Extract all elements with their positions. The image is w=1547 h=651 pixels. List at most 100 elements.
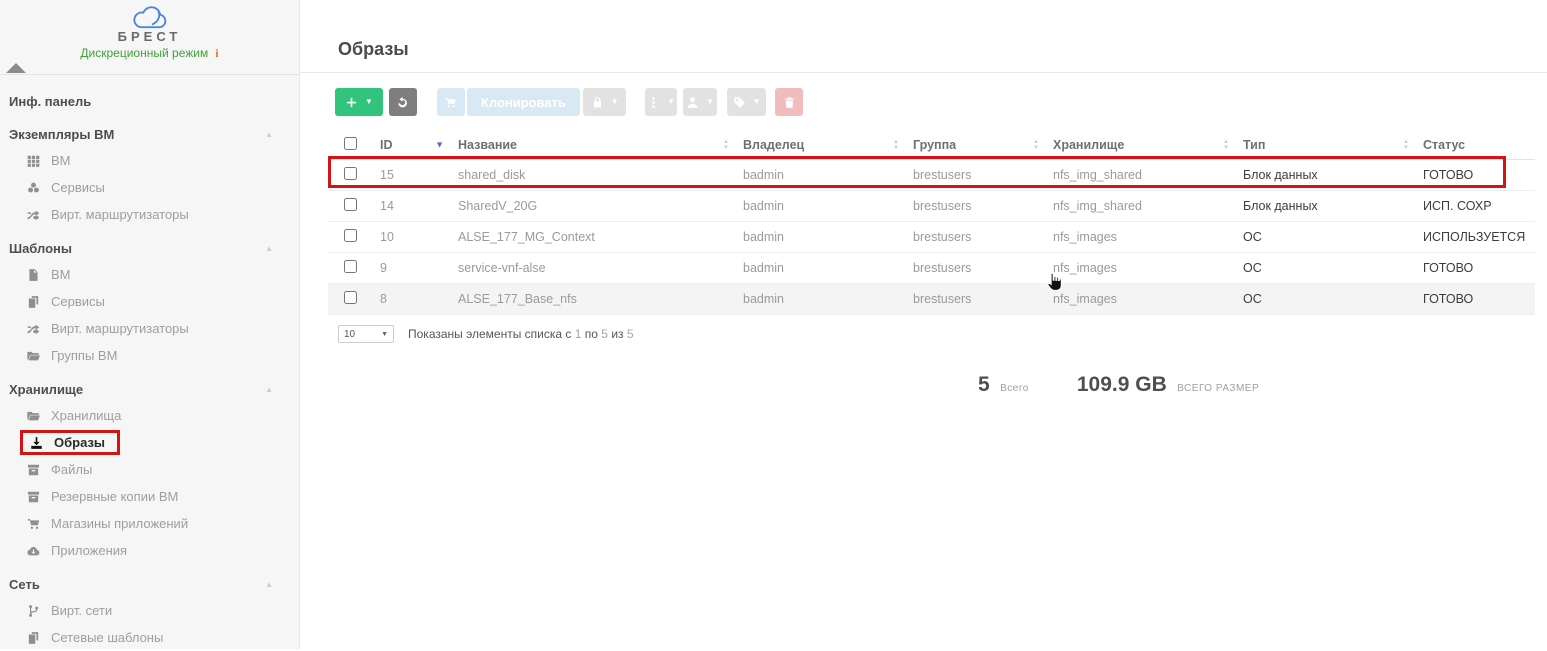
marketplace-button[interactable]: [437, 88, 465, 116]
sidebar-section-header-storage[interactable]: Хранилище ▲: [0, 377, 299, 402]
column-label: ID: [380, 138, 393, 152]
cell-datastore: nfs_images: [1045, 222, 1235, 253]
cell-name[interactable]: service-vnf-alse: [450, 253, 735, 284]
sidebar-item-vm-groups[interactable]: Группы ВМ: [0, 342, 299, 369]
sidebar-section-header-dashboard[interactable]: Инф. панель: [0, 89, 299, 114]
section-label: Хранилище: [9, 383, 83, 396]
sidebar-section-header-templates[interactable]: Шаблоны ▲: [0, 236, 299, 261]
sidebar-item-box: Сетевые шаблоны: [26, 630, 163, 645]
sidebar-item-label: Образы: [54, 435, 105, 450]
images-table-wrap: ID ▼ Название ▲▼ Владелец ▲▼ Группа ▲▼ Х…: [328, 131, 1547, 315]
sidebar-item-service-templates[interactable]: Сервисы: [0, 288, 299, 315]
sidebar-item-vm-templates[interactable]: ВМ: [0, 261, 299, 288]
sidebar-item-label: Файлы: [51, 462, 92, 477]
cell-owner: badmin: [735, 160, 905, 191]
sidebar-item-marketplaces[interactable]: Магазины приложений: [0, 510, 299, 537]
page-size-select[interactable]: 10 ▼: [338, 325, 394, 343]
user-icon: [686, 96, 699, 109]
cell-name[interactable]: SharedV_20G: [450, 191, 735, 222]
cell-id: 9: [372, 253, 450, 284]
sidebar-item-files[interactable]: Файлы: [0, 456, 299, 483]
row-checkbox[interactable]: [344, 198, 357, 211]
collapse-caret-icon[interactable]: ▲: [265, 242, 273, 255]
sort-icon[interactable]: ▲▼: [1403, 139, 1409, 151]
sidebar-item-network-templates[interactable]: Сетевые шаблоны: [0, 624, 299, 651]
table-row-image-9[interactable]: 9 service-vnf-alse badmin brestusers nfs…: [328, 253, 1535, 284]
total-size: 109.9 GB: [1077, 373, 1167, 396]
table-row-image-15[interactable]: 15 shared_disk badmin brestusers nfs_img…: [328, 160, 1535, 191]
sort-icon[interactable]: ▲▼: [893, 139, 899, 151]
sidebar-item-datastores[interactable]: Хранилища: [0, 402, 299, 429]
cell-owner: badmin: [735, 222, 905, 253]
cubes-icon: [26, 181, 41, 195]
column-header-group[interactable]: Группа ▲▼: [905, 131, 1045, 160]
lock-button[interactable]: ▼: [583, 88, 626, 116]
sidebar-section-header-vm-instances[interactable]: Экземпляры ВМ ▲: [0, 122, 299, 147]
cell-name[interactable]: shared_disk: [450, 160, 735, 191]
table-row-image-8[interactable]: 8 ALSE_177_Base_nfs badmin brestusers nf…: [328, 284, 1535, 315]
column-header-name[interactable]: Название ▲▼: [450, 131, 735, 160]
sidebar-item-images[interactable]: Образы: [0, 429, 299, 456]
cell-type: Блок данных: [1235, 191, 1415, 222]
column-header-type[interactable]: Тип ▲▼: [1235, 131, 1415, 160]
sort-desc-icon[interactable]: ▼: [435, 141, 444, 150]
table-row-image-14[interactable]: 14 SharedV_20G badmin brestusers nfs_img…: [328, 191, 1535, 222]
sort-icon[interactable]: ▲▼: [723, 139, 729, 151]
column-header-datastore[interactable]: Хранилище ▲▼: [1045, 131, 1235, 160]
cloud-download-icon: [26, 544, 41, 558]
collapse-caret-icon[interactable]: ▲: [265, 578, 273, 591]
copy-icon: [26, 295, 41, 309]
select-all-checkbox[interactable]: [344, 137, 357, 150]
create-button[interactable]: ▼: [335, 88, 383, 116]
sidebar-item-virtual-routers[interactable]: Вирт. маршрутизаторы: [0, 201, 299, 228]
chown-button[interactable]: ▼: [683, 88, 717, 116]
row-checkbox[interactable]: [344, 229, 357, 242]
cell-name[interactable]: ALSE_177_Base_nfs: [450, 284, 735, 315]
sidebar-item-box: Вирт. маршрутизаторы: [26, 321, 189, 336]
sidebar-section-templates: Шаблоны ▲ ВМ Сервисы Вирт. маршрутизатор…: [0, 236, 299, 369]
actions-button[interactable]: ▼: [645, 88, 677, 116]
cell-datastore: nfs_images: [1045, 253, 1235, 284]
triangle-up-icon[interactable]: [6, 63, 26, 73]
cell-id: 15: [372, 160, 450, 191]
sidebar-item-vrouter-templates[interactable]: Вирт. маршрутизаторы: [0, 315, 299, 342]
delete-button[interactable]: [775, 88, 803, 116]
sidebar-item-vm-backups[interactable]: Резервные копии ВМ: [0, 483, 299, 510]
column-header-id[interactable]: ID ▼: [372, 131, 450, 160]
total-count: 5: [978, 373, 990, 396]
labels-button[interactable]: ▼: [727, 88, 766, 116]
select-all-header: [328, 131, 372, 160]
total-size-label: ВСЕГО РАЗМЕР: [1177, 383, 1259, 394]
sidebar-item-label: Магазины приложений: [51, 516, 188, 531]
sidebar-section-header-network[interactable]: Сеть ▲: [0, 572, 299, 597]
sort-icon[interactable]: ▲▼: [1033, 139, 1039, 151]
clone-button[interactable]: Клонировать: [467, 88, 580, 116]
cell-status: ГОТОВО: [1415, 160, 1535, 191]
cloud-logo-icon: [128, 6, 172, 30]
collapse-caret-icon[interactable]: ▲: [265, 383, 273, 396]
cart-icon: [444, 96, 457, 109]
caret-down-icon: ▼: [611, 98, 619, 106]
security-mode-link[interactable]: Дискреционный режимi: [0, 47, 299, 60]
column-header-status[interactable]: Статус: [1415, 131, 1535, 160]
row-checkbox[interactable]: [344, 260, 357, 273]
lock-icon: [591, 96, 604, 109]
sidebar-item-apps[interactable]: Приложения: [0, 537, 299, 564]
sidebar-section-network: Сеть ▲ Вирт. сети Сетевые шаблоны: [0, 572, 299, 651]
info-icon[interactable]: i: [215, 46, 218, 60]
row-checkbox[interactable]: [344, 167, 357, 180]
caret-down-icon: ▼: [706, 98, 714, 106]
sidebar-item-virtual-networks[interactable]: Вирт. сети: [0, 597, 299, 624]
column-header-owner[interactable]: Владелец ▲▼: [735, 131, 905, 160]
row-checkbox[interactable]: [344, 291, 357, 304]
collapse-caret-icon[interactable]: ▲: [265, 128, 273, 141]
refresh-button[interactable]: [389, 88, 417, 116]
sidebar-item-vms[interactable]: ВМ: [0, 147, 299, 174]
sidebar-item-services[interactable]: Сервисы: [0, 174, 299, 201]
cell-type: ОС: [1235, 253, 1415, 284]
table-row-image-10[interactable]: 10 ALSE_177_MG_Context badmin brestusers…: [328, 222, 1535, 253]
sidebar-section-vm-instances: Экземпляры ВМ ▲ ВМ Сервисы Вирт. маршрут…: [0, 122, 299, 228]
cell-name[interactable]: ALSE_177_MG_Context: [450, 222, 735, 253]
cell-group: brestusers: [905, 222, 1045, 253]
sort-icon[interactable]: ▲▼: [1223, 139, 1229, 151]
